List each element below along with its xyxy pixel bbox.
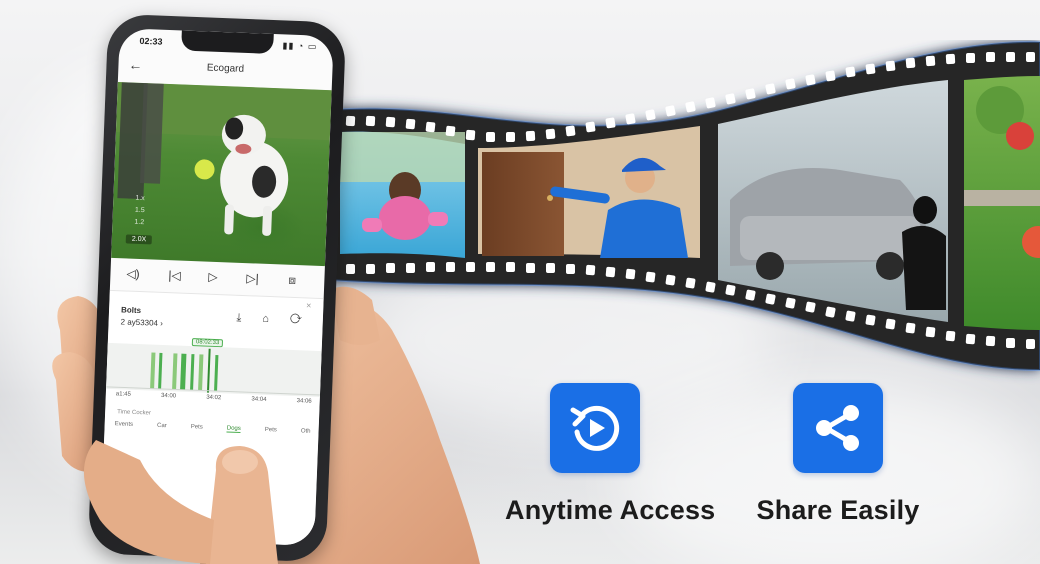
timeline-bars — [106, 348, 320, 396]
panel-label: Bolts — [120, 305, 142, 316]
snapshot-icon[interactable]: ⧈ — [288, 273, 296, 288]
event-timeline[interactable] — [106, 342, 322, 398]
timeline-current-time: 08:02:33 — [191, 338, 224, 348]
panel-action-icons[interactable]: ⤓ ⌂ ⟳ — [236, 312, 311, 328]
feature-label: Anytime Access — [505, 495, 716, 525]
share-glyph — [816, 405, 859, 451]
playback-controls: ◁) |◁ ▷ ▷| ⧈ — [110, 262, 325, 294]
film-frame-garden — [964, 76, 1040, 330]
playback-speed-badge[interactable]: 2.0X — [125, 234, 153, 245]
feature-share-easily: Share Easily — [748, 383, 928, 526]
timeline-label: 34:04 — [251, 396, 267, 403]
timeline-label: 34:06 — [296, 398, 312, 405]
previous-icon[interactable]: |◁ — [168, 268, 181, 282]
tab-other[interactable]: Oth — [301, 428, 311, 435]
tab-car[interactable]: Car — [157, 423, 167, 430]
timeline-label: 34:00 — [160, 392, 177, 400]
replay-play-glyph — [570, 405, 620, 451]
feature-anytime-access: Anytime Access — [505, 383, 716, 526]
timeline-caption: Time Cocker — [117, 409, 152, 417]
video-player[interactable]: 1.x 1.5 1.2 2.0X — [111, 82, 332, 267]
playback-panel: × Bolts 2 ay53304 › ⤓ ⌂ ⟳ 08:02:33 a1:45… — [100, 289, 324, 546]
tab-dogs[interactable]: Dogs — [226, 425, 241, 434]
video-overlay-label: 1.x — [135, 194, 145, 203]
status-time: 02:33 — [139, 35, 163, 47]
smartphone: 02:33 ▮▮ ◔ ▭ ← Ecogard 1.x 1.5 1.2 2.0X … — [87, 13, 347, 563]
tab-pets[interactable]: Pets — [191, 424, 203, 431]
panel-device[interactable]: 2 ay53304 › — [120, 317, 163, 328]
banner-canvas: 02:33 ▮▮ ◔ ▭ ← Ecogard 1.x 1.5 1.2 2.0X … — [0, 0, 1040, 564]
hand-holding-phone: 02:33 ▮▮ ◔ ▭ ← Ecogard 1.x 1.5 1.2 2.0X … — [0, 0, 520, 564]
phone-notch — [181, 30, 274, 54]
status-icons: ▮▮ ◔ ▭ — [282, 40, 318, 52]
tab-events[interactable]: Events — [115, 421, 134, 429]
timeline-label: a1:45 — [115, 391, 131, 398]
video-overlay-label: 1.2 — [134, 218, 145, 227]
close-icon[interactable]: × — [306, 300, 312, 310]
tab-pets-2[interactable]: Pets — [265, 427, 277, 434]
video-overlay-label: 1.5 — [134, 206, 145, 215]
share-icon — [793, 383, 883, 473]
phone-screen: 02:33 ▮▮ ◔ ▭ ← Ecogard 1.x 1.5 1.2 2.0X … — [100, 28, 334, 546]
play-icon[interactable]: ▷ — [208, 270, 218, 284]
app-title: Ecogard — [206, 62, 245, 75]
feature-label: Share Easily — [756, 495, 920, 525]
replay-play-icon — [550, 383, 640, 473]
event-filter-tabs: Events Car Pets Dogs Pets Oth — [115, 421, 311, 436]
next-icon[interactable]: ▷| — [246, 271, 259, 285]
volume-icon[interactable]: ◁) — [126, 267, 140, 281]
timeline-label: 34:02 — [206, 394, 222, 402]
